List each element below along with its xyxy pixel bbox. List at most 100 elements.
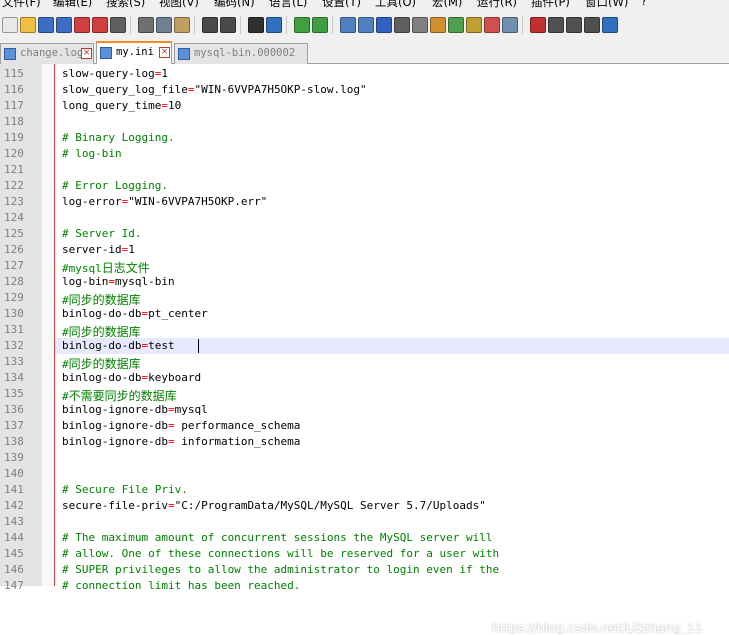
line-number: 115 (4, 67, 24, 80)
code-line[interactable]: # SUPER privileges to allow the administ… (62, 563, 499, 576)
close-all-icon[interactable] (92, 17, 108, 33)
menu-item-5[interactable]: 语言(L) (269, 0, 307, 10)
code-line[interactable]: # Server Id. (62, 227, 141, 240)
close-tab-icon[interactable]: × (159, 47, 170, 58)
code-line[interactable]: # log-bin (62, 147, 122, 160)
redo-icon[interactable] (220, 17, 236, 33)
code-line[interactable]: # Error Logging. (62, 179, 168, 192)
play-macro-icon[interactable] (566, 17, 582, 33)
file-icon (4, 48, 16, 60)
word-wrap-icon[interactable] (376, 17, 392, 33)
tab-mysql-bin-000002[interactable]: mysql-bin.000002 (174, 43, 308, 64)
edge-line (54, 64, 55, 586)
line-number: 146 (4, 563, 24, 576)
menu-item-7[interactable]: 工具(O) (375, 0, 416, 10)
sync-vertical-icon[interactable] (340, 17, 356, 33)
menu-item-8[interactable]: 宏(M) (432, 0, 462, 10)
code-line[interactable]: slow_query_log_file="WIN-6VVPA7H5OKP-slo… (62, 83, 367, 96)
menu-bar: 文件(F) 编辑(E) 搜索(S) 视图(V) 编码(N) 语言(L) 设置(T) 工具(O)… (0, 0, 729, 10)
line-number: 142 (4, 499, 24, 512)
file-icon (100, 47, 112, 59)
new-file-icon[interactable] (2, 17, 18, 33)
code-line[interactable]: log-error="WIN-6VVPA7H5OKP.err" (62, 195, 267, 208)
folder-as-workspace-icon[interactable] (484, 17, 500, 33)
copy-icon[interactable] (156, 17, 172, 33)
code-line[interactable]: slow-query-log=1 (62, 67, 168, 80)
doc-map-icon[interactable] (448, 17, 464, 33)
zoom-out-icon[interactable] (312, 17, 328, 33)
replace-icon[interactable] (266, 17, 282, 33)
line-number: 138 (4, 435, 24, 448)
line-number: 126 (4, 243, 24, 256)
print-icon[interactable] (110, 17, 126, 33)
menu-item-11[interactable]: 窗口(W) (585, 0, 628, 10)
line-number: 127 (4, 259, 24, 272)
tab-label: my.ini (116, 46, 154, 58)
close-icon[interactable] (74, 17, 90, 33)
line-number: 125 (4, 227, 24, 240)
code-line[interactable]: binlog-ignore-db= performance_schema (62, 419, 300, 432)
run-macro-multiple-icon[interactable] (584, 17, 600, 33)
tab-bar: change.log × my.ini × mysql-bin.000002 (0, 40, 729, 64)
menu-item-10[interactable]: 插件(P) (531, 0, 570, 10)
line-number: 130 (4, 307, 24, 320)
stop-record-icon[interactable] (548, 17, 564, 33)
code-line[interactable]: #同步的数据库 (62, 291, 141, 308)
code-line[interactable]: binlog-do-db=test (62, 339, 175, 352)
cut-icon[interactable] (138, 17, 154, 33)
code-line[interactable]: binlog-do-db=pt_center (62, 307, 208, 320)
code-line[interactable]: binlog-do-db=keyboard (62, 371, 201, 384)
function-list-icon[interactable] (466, 17, 482, 33)
line-number: 137 (4, 419, 24, 432)
code-line[interactable]: # The maximum amount of concurrent sessi… (62, 531, 492, 544)
paste-icon[interactable] (174, 17, 190, 33)
language-icon[interactable] (430, 17, 446, 33)
menu-item-3[interactable]: 视图(V) (159, 0, 199, 10)
menu-item-2[interactable]: 搜索(S) (106, 0, 145, 10)
code-line[interactable]: #不需要同步的数据库 (62, 387, 177, 404)
code-line[interactable]: #同步的数据库 (62, 355, 141, 372)
menu-item-1[interactable]: 编辑(E) (53, 0, 92, 10)
indent-guide-icon[interactable] (412, 17, 428, 33)
close-tab-icon[interactable]: × (81, 48, 92, 59)
code-line[interactable]: # allow. One of these connections will b… (62, 547, 499, 560)
zoom-in-icon[interactable] (294, 17, 310, 33)
menu-item-0[interactable]: 文件(F) (2, 0, 41, 10)
find-icon[interactable] (248, 17, 264, 33)
save-icon[interactable] (38, 17, 54, 33)
sync-horizontal-icon[interactable] (358, 17, 374, 33)
line-number: 144 (4, 531, 24, 544)
record-macro-icon[interactable] (530, 17, 546, 33)
monitor-icon[interactable] (502, 17, 518, 33)
code-line[interactable]: log-bin=mysql-bin (62, 275, 175, 288)
toolbar-separator (130, 16, 131, 34)
save-all-icon[interactable] (56, 17, 72, 33)
tab-change-log[interactable]: change.log × (0, 43, 94, 64)
code-line[interactable]: binlog-ignore-db=mysql (62, 403, 208, 416)
line-number: 116 (4, 83, 24, 96)
code-line[interactable]: long_query_time=10 (62, 99, 181, 112)
line-number: 118 (4, 115, 24, 128)
menu-item-6[interactable]: 设置(T) (322, 0, 361, 10)
tab-my-ini[interactable]: my.ini × (96, 41, 172, 64)
menu-item-12[interactable]: ? (641, 0, 647, 8)
editor[interactable]: 115 116 117 118 119 120 121 122 123 124 125 126 127 1… (0, 64, 729, 635)
menu-item-4[interactable]: 编码(N) (214, 0, 255, 10)
save-macro-icon[interactable] (602, 17, 618, 33)
menu-item-9[interactable]: 运行(R) (477, 0, 517, 10)
code-line[interactable]: # Secure File Priv. (62, 483, 188, 496)
code-line[interactable]: #同步的数据库 (62, 323, 141, 340)
code-line[interactable]: # Binary Logging. (62, 131, 175, 144)
code-line[interactable]: binlog-ignore-db= information_schema (62, 435, 300, 448)
line-number: 134 (4, 371, 24, 384)
code-line[interactable]: #mysql日志文件 (62, 259, 150, 276)
open-file-icon[interactable] (20, 17, 36, 33)
line-number: 117 (4, 99, 24, 112)
line-number: 121 (4, 163, 24, 176)
line-number: 131 (4, 323, 24, 336)
code-line[interactable]: secure-file-priv="C:/ProgramData/MySQL/M… (62, 499, 486, 512)
code-line[interactable]: server-id=1 (62, 243, 135, 256)
line-number: 143 (4, 515, 24, 528)
undo-icon[interactable] (202, 17, 218, 33)
show-all-chars-icon[interactable] (394, 17, 410, 33)
